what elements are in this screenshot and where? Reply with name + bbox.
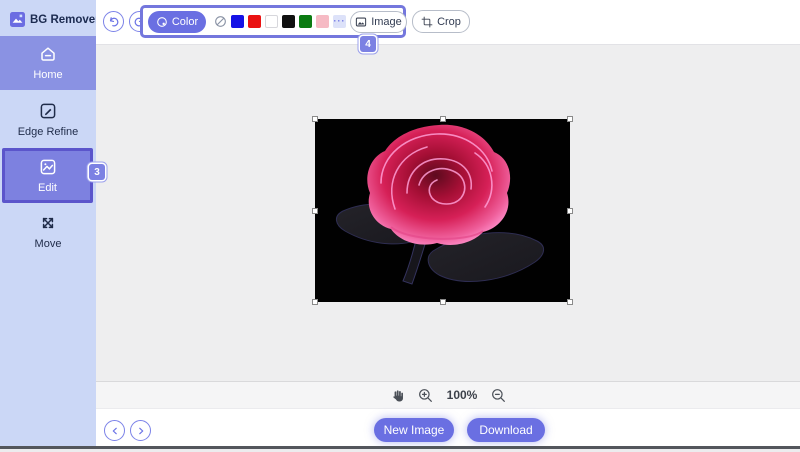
selected-image[interactable] [312,116,573,305]
color-button[interactable]: Color [148,10,206,33]
new-image-button[interactable]: New Image [374,418,454,442]
image-button-label: Image [371,15,402,28]
color-button-label: Color [171,15,199,28]
swatch-white[interactable] [265,15,278,28]
resize-handle-middle-left[interactable] [312,207,318,214]
sidebar-item-home[interactable]: Home [0,36,96,90]
sidebar-item-move[interactable]: Move [0,206,96,258]
sidebar-item-label: Home [33,69,63,81]
sidebar-item-label: Edit [38,181,57,194]
swatch-transparent-none[interactable] [213,15,227,29]
zoom-controls: 100% [96,381,800,408]
bottom-bar: New Image Download [96,408,800,446]
undo-icon [109,17,119,27]
top-toolbar: Color ··· Image Crop 4 [96,0,800,52]
rose-image [315,119,570,302]
resize-handle-top-right[interactable] [567,116,573,122]
crop-button-label: Crop [437,15,461,28]
sidebar-item-label: Move [34,238,62,250]
previous-button[interactable] [104,420,125,441]
swatch-blue[interactable] [231,15,244,28]
swatch-red[interactable] [248,15,261,28]
zoom-in-tool[interactable] [418,388,433,403]
crop-icon [421,16,433,27]
hand-icon [392,390,403,402]
swatch-black[interactable] [282,15,295,28]
edit-image-icon [40,159,55,174]
zoom-in-icon [418,388,432,402]
zoom-out-icon [492,388,506,402]
bg-remover-logo-icon [10,12,25,27]
move-icon [42,217,54,229]
tutorial-step-badge-edit: 3 [89,164,105,180]
sidebar-item-label: Edge Refine [17,126,79,138]
next-button[interactable] [130,420,151,441]
sidebar: BG Remover Home Edge Refine Edit Move [0,0,100,446]
resize-handle-top-left[interactable] [312,116,318,122]
zoom-level: 100% [446,388,478,402]
image-icon [356,17,367,26]
chevron-left-icon [112,427,117,434]
resize-handle-top-center[interactable] [439,116,446,122]
sidebar-item-edge-refine[interactable]: Edge Refine [0,94,96,146]
pan-hand-tool[interactable] [390,388,404,402]
resize-handle-bottom-center[interactable] [439,299,446,305]
resize-handle-middle-right[interactable] [567,207,573,214]
undo-button[interactable] [103,11,124,32]
editor-canvas[interactable] [96,45,800,381]
resize-handle-bottom-left[interactable] [312,299,318,305]
tutorial-highlight-color-tools: Color ··· Image [140,5,407,38]
slashed-circle-icon [214,16,226,27]
swatch-pink[interactable] [316,15,329,28]
home-icon [41,47,55,61]
palette-icon [157,16,167,27]
download-button[interactable]: Download [467,418,545,442]
zoom-out-tool[interactable] [491,388,506,403]
image-background-button[interactable]: Image [350,10,407,33]
chevron-right-icon [138,427,143,434]
swatch-more-colors[interactable]: ··· [333,15,346,28]
sidebar-item-edit[interactable]: Edit [2,148,93,203]
crop-button[interactable]: Crop [412,10,470,33]
app-brand: BG Remover [10,12,100,27]
resize-handle-bottom-right[interactable] [567,299,573,305]
edge-refine-icon [40,103,56,119]
tutorial-step-badge-color: 4 [360,36,376,52]
app-title: BG Remover [30,13,100,26]
swatch-green[interactable] [299,15,312,28]
